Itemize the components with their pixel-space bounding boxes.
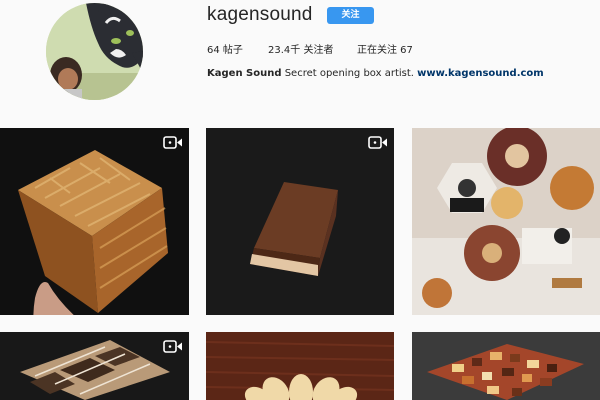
bio-name: Kagen Sound	[207, 68, 282, 79]
video-camera-icon	[163, 136, 182, 149]
post-image-gear-mechanism	[412, 128, 600, 315]
follow-button[interactable]: 关注	[327, 7, 374, 24]
profile-bio: Kagen Sound Secret opening box artist. w…	[207, 68, 544, 79]
followers-count[interactable]: 23.4千 关注者	[268, 41, 333, 56]
post-image-flower-puzzle	[206, 332, 394, 400]
bio-text: Secret opening box artist.	[284, 68, 414, 79]
following-count[interactable]: 正在关注 67	[357, 41, 413, 56]
post-tile[interactable]	[0, 332, 189, 400]
profile-header: kagensound 关注 64 帖子 23.4千 关注者 正在关注 67 Ka…	[0, 0, 600, 115]
post-image-walnut-cube	[206, 128, 394, 315]
post-image-puzzle-box	[0, 128, 189, 315]
post-image-lattice-tray	[0, 332, 189, 400]
post-tile[interactable]	[0, 128, 189, 315]
bio-link[interactable]: www.kagensound.com	[417, 68, 544, 79]
profile-avatar[interactable]	[46, 3, 143, 100]
video-camera-icon	[163, 340, 182, 353]
avatar-photo	[46, 3, 143, 100]
post-tile[interactable]	[412, 332, 600, 400]
post-image-mosaic-cube	[412, 332, 600, 400]
profile-username: kagensound	[207, 4, 313, 25]
post-tile[interactable]	[206, 332, 394, 400]
posts-count: 64 帖子	[207, 45, 243, 56]
video-camera-icon	[368, 136, 387, 149]
post-tile[interactable]	[206, 128, 394, 315]
post-tile[interactable]	[412, 128, 600, 315]
